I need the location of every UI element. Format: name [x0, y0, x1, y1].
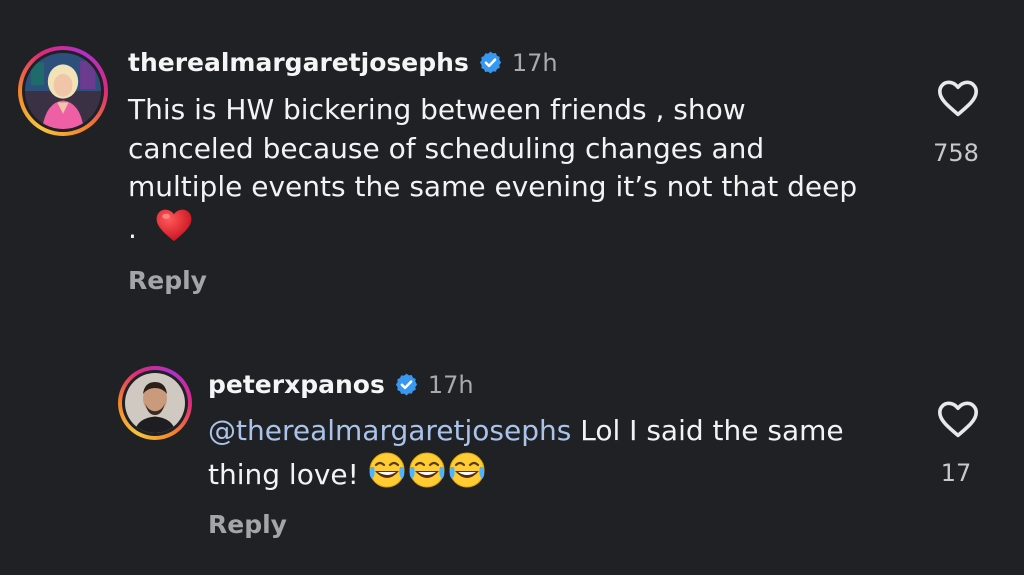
heart-outline-icon[interactable]	[936, 78, 980, 118]
comment-text: @therealmargaretjosephs Lol I said the s…	[208, 412, 848, 499]
comment-body: This is HW bickering between friends , s…	[128, 93, 858, 245]
profile-photo	[25, 53, 101, 129]
timestamp: 17h	[511, 48, 558, 77]
comments-thread: therealmargaretjosephs 17h This is HW bi…	[0, 0, 1024, 575]
comment-header: peterxpanos 17h	[208, 370, 474, 399]
mention-link[interactable]: @therealmargaretjosephs	[208, 414, 571, 447]
username[interactable]: peterxpanos	[208, 370, 385, 399]
verified-badge-icon	[478, 50, 503, 75]
reply-button[interactable]: Reply	[128, 266, 207, 295]
comment-text: This is HW bickering between friends , s…	[128, 91, 858, 253]
avatar-photo	[125, 373, 185, 433]
red-heart-icon	[155, 207, 193, 254]
profile-photo	[125, 373, 185, 433]
heart-outline-icon[interactable]	[936, 399, 980, 439]
avatar[interactable]	[118, 366, 192, 440]
avatar-photo	[25, 53, 101, 129]
comment-header: therealmargaretjosephs 17h	[128, 48, 558, 77]
username[interactable]: therealmargaretjosephs	[128, 48, 469, 77]
laughing-crying-face-icon	[368, 451, 486, 500]
avatar[interactable]	[18, 46, 108, 136]
verified-badge-icon	[394, 372, 419, 397]
like-count: 17	[940, 459, 972, 487]
reply-button[interactable]: Reply	[208, 510, 287, 539]
timestamp: 17h	[427, 370, 474, 399]
like-count: 758	[933, 139, 979, 167]
